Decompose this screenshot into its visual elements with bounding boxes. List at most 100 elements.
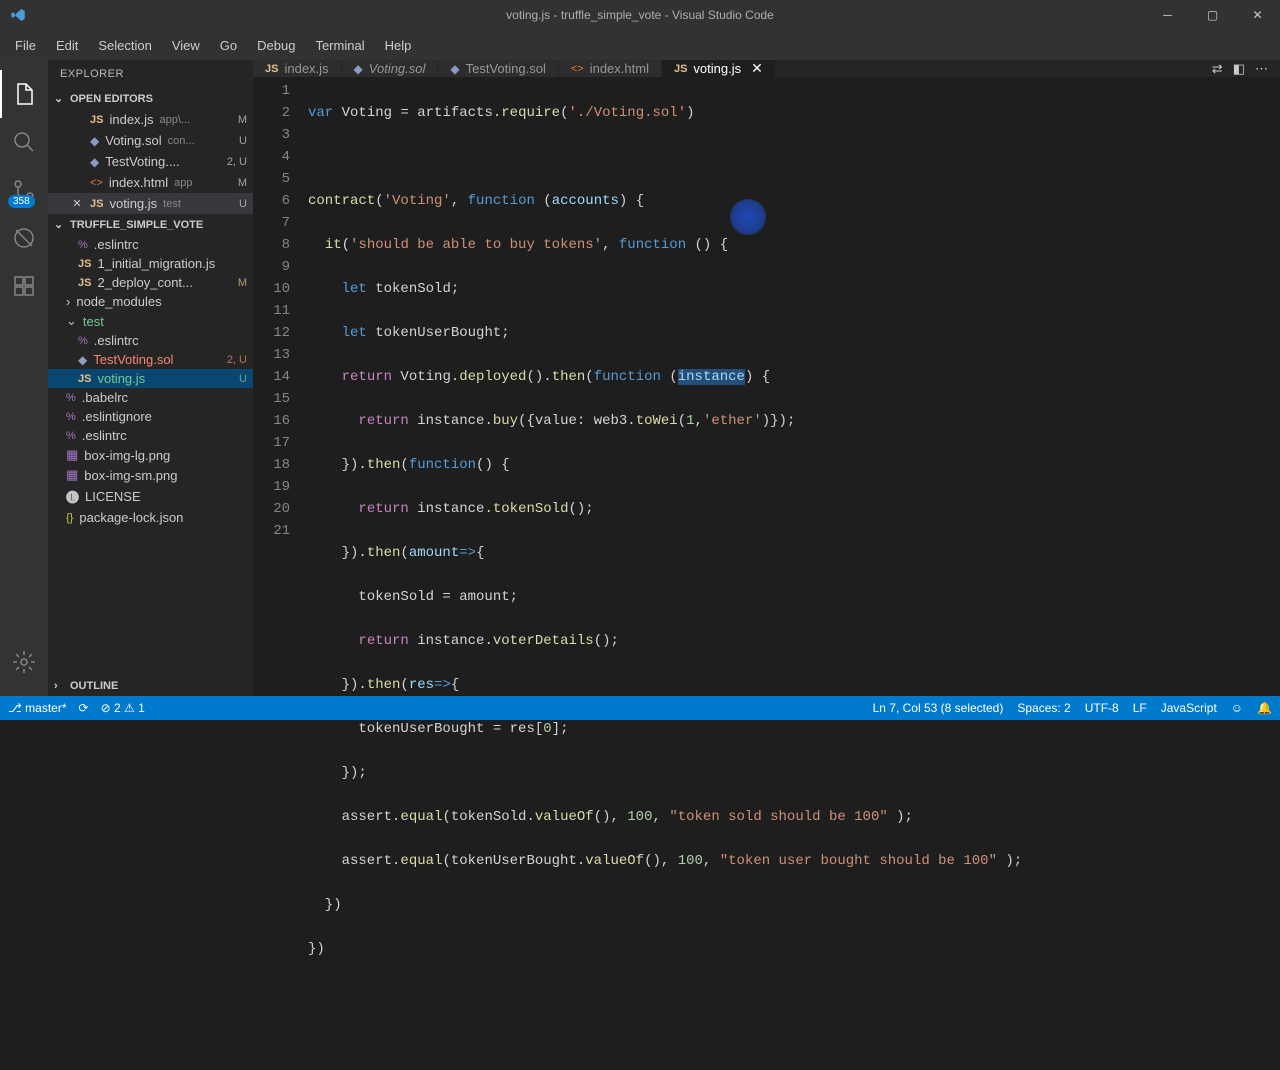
project-header[interactable]: ⌄TRUFFLE_SIMPLE_VOTE — [48, 214, 253, 235]
open-editor-item[interactable]: JSindex.js app\...M — [48, 109, 253, 130]
sync-status[interactable]: ⟳ — [79, 701, 89, 715]
file-name: .eslintrc — [94, 237, 139, 252]
file-name: TestVoting.sol — [93, 352, 173, 367]
file-item[interactable]: JS2_deploy_cont...M — [48, 273, 253, 292]
close-button[interactable]: ✕ — [1235, 0, 1280, 30]
debug-tab[interactable] — [0, 214, 48, 262]
file-item[interactable]: %.eslintrc — [48, 331, 253, 350]
line-number: 4 — [253, 146, 290, 168]
minimap[interactable] — [1180, 115, 1280, 235]
file-name: .eslintrc — [82, 428, 127, 443]
file-item[interactable]: %.babelrc — [48, 388, 253, 407]
editor-group: JSindex.js◆Voting.sol◆TestVoting.sol<>in… — [253, 60, 1280, 696]
menu-terminal[interactable]: Terminal — [305, 34, 374, 57]
file-name: TestVoting.... — [105, 154, 179, 169]
file-name: .eslintrc — [94, 333, 139, 348]
menu-help[interactable]: Help — [375, 34, 422, 57]
explorer-tab[interactable] — [0, 70, 48, 118]
line-number: 21 — [253, 520, 290, 542]
line-number: 15 — [253, 388, 290, 410]
file-name: .babelrc — [82, 390, 128, 405]
file-item[interactable]: %.eslintrc — [48, 426, 253, 445]
folder-item[interactable]: ›node_modules — [48, 292, 253, 311]
line-number: 7 — [253, 212, 290, 234]
file-name: box-img-sm.png — [84, 468, 177, 483]
file-item[interactable]: {}package-lock.json — [48, 508, 253, 527]
file-item[interactable]: ▦box-img-lg.png — [48, 445, 253, 465]
open-editor-item[interactable]: ✕JSvoting.js testU — [48, 193, 253, 214]
file-name: voting.js — [97, 371, 145, 386]
menu-file[interactable]: File — [5, 34, 46, 57]
branch-status[interactable]: ⎇ master* — [8, 701, 67, 715]
line-number: 11 — [253, 300, 290, 322]
editor-tabs: JSindex.js◆Voting.sol◆TestVoting.sol<>in… — [253, 60, 1280, 77]
code-area[interactable]: 123456789101112131415161718192021 var Vo… — [253, 77, 1280, 1070]
tab-label: voting.js — [693, 61, 741, 76]
problems-status[interactable]: ⊘ 2 ⚠ 1 — [101, 701, 145, 715]
line-number: 17 — [253, 432, 290, 454]
tab-label: index.js — [284, 61, 328, 76]
scm-tab[interactable]: 358 — [0, 166, 48, 214]
file-item[interactable]: JSvoting.jsU — [48, 369, 253, 388]
line-number: 8 — [253, 234, 290, 256]
file-item[interactable]: %.eslintrc — [48, 235, 253, 254]
menu-debug[interactable]: Debug — [247, 34, 305, 57]
file-name: .eslintignore — [82, 409, 152, 424]
editor-tab[interactable]: ◆Voting.sol — [342, 60, 439, 77]
open-editor-item[interactable]: ◆TestVoting.... 2, U — [48, 151, 253, 172]
split-editor-icon[interactable]: ◧ — [1233, 61, 1245, 77]
line-number: 1 — [253, 80, 290, 102]
line-number: 20 — [253, 498, 290, 520]
minimize-button[interactable]: ─ — [1145, 0, 1190, 30]
menu-edit[interactable]: Edit — [46, 34, 88, 57]
open-editor-item[interactable]: <>index.html appM — [48, 172, 253, 193]
editor-tab[interactable]: <>index.html — [559, 60, 662, 77]
file-item[interactable]: %.eslintignore — [48, 407, 253, 426]
editor-tab[interactable]: JSindex.js — [253, 60, 342, 77]
line-number: 13 — [253, 344, 290, 366]
line-number: 9 — [253, 256, 290, 278]
more-icon[interactable]: ⋯ — [1255, 61, 1268, 77]
title-bar: voting.js - truffle_simple_vote - Visual… — [0, 0, 1280, 30]
tab-label: index.html — [590, 61, 649, 76]
line-gutter: 123456789101112131415161718192021 — [253, 77, 308, 1070]
folder-item[interactable]: ⌄test — [48, 311, 253, 331]
file-item[interactable]: 🅛LICENSE — [48, 485, 253, 508]
file-name: 1_initial_migration.js — [97, 256, 215, 271]
menu-view[interactable]: View — [162, 34, 210, 57]
file-name: voting.js — [109, 196, 157, 211]
line-number: 19 — [253, 476, 290, 498]
code-lines[interactable]: var Voting = artifacts.require('./Voting… — [308, 77, 1280, 1070]
editor-tab[interactable]: ◆TestVoting.sol — [438, 60, 558, 77]
open-editor-item[interactable]: ◆Voting.sol con...U — [48, 130, 253, 151]
file-name: index.js — [109, 112, 153, 127]
open-editors-header[interactable]: ⌄OPEN EDITORS — [48, 88, 253, 109]
menu-bar: File Edit Selection View Go Debug Termin… — [0, 30, 1280, 60]
file-item[interactable]: ◆TestVoting.sol2, U — [48, 350, 253, 369]
maximize-button[interactable]: ▢ — [1190, 0, 1235, 30]
close-icon[interactable]: ✕ — [70, 197, 84, 210]
search-tab[interactable] — [0, 118, 48, 166]
file-name: 2_deploy_cont... — [97, 275, 192, 290]
activity-bar: 358 — [0, 60, 48, 696]
close-icon[interactable]: ✕ — [751, 60, 763, 77]
selected-text: instance — [678, 369, 745, 385]
file-name: node_modules — [76, 294, 161, 309]
settings-button[interactable] — [0, 638, 48, 686]
file-name: Voting.sol — [105, 133, 161, 148]
outline-header[interactable]: ›OUTLINE — [48, 676, 253, 696]
menu-go[interactable]: Go — [210, 34, 247, 57]
file-item[interactable]: ▦box-img-sm.png — [48, 465, 253, 485]
explorer-sidebar: EXPLORER ⌄OPEN EDITORS JSindex.js app\..… — [48, 60, 253, 696]
compare-icon[interactable]: ⇄ — [1212, 61, 1223, 77]
scm-badge: 358 — [8, 195, 35, 208]
editor-tab[interactable]: JSvoting.js✕ — [662, 60, 776, 77]
menu-selection[interactable]: Selection — [88, 34, 161, 57]
line-number: 3 — [253, 124, 290, 146]
line-number: 5 — [253, 168, 290, 190]
extensions-tab[interactable] — [0, 262, 48, 310]
vscode-logo — [0, 7, 35, 23]
sidebar-title: EXPLORER — [48, 60, 253, 88]
line-number: 6 — [253, 190, 290, 212]
file-item[interactable]: JS1_initial_migration.js — [48, 254, 253, 273]
